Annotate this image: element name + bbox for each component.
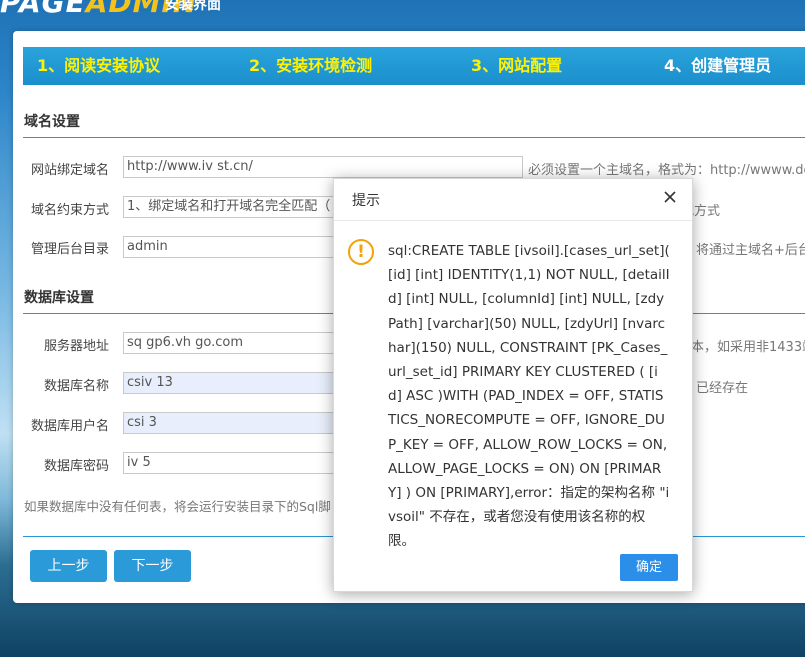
site-domain-label: 网站绑定域名: [30, 163, 109, 178]
step-4: 4、创建管理员: [664, 56, 772, 75]
step-3: 3、网站配置: [471, 56, 563, 75]
close-icon[interactable]: [662, 189, 678, 205]
db-name-hint: 已经存在: [696, 381, 749, 396]
dialog-title: 提示: [352, 193, 380, 209]
step-1: 1、阅读安装协议: [37, 56, 161, 75]
step-bar: 1、阅读安装协议 2、安装环境检测 3、网站配置 4、创建管理员: [23, 47, 805, 85]
domain-constraint-label: 域名约束方式: [30, 203, 109, 218]
site-domain-input[interactable]: http://www.iv st.cn/: [123, 156, 523, 178]
sql-script-note: 如果数据库中没有任何表，将会运行安装目录下的Sql脚: [24, 499, 331, 514]
db-name-input[interactable]: csiv 13: [123, 372, 363, 394]
ok-button[interactable]: 确定: [620, 554, 678, 581]
db-section-title: 数据库设置: [24, 290, 94, 306]
db-user-label: 数据库用户名: [30, 419, 109, 434]
divider: [23, 137, 805, 138]
alert-dialog: 提示 ! sql:CREATE TABLE [ivsoil].[cases_ur…: [333, 178, 693, 592]
page-header: PAGEADMIN 安装界面: [0, 0, 805, 30]
db-password-label: 数据库密码: [43, 459, 109, 474]
header-subtitle: 安装界面: [165, 0, 221, 13]
admin-dir-label: 管理后台目录: [30, 242, 109, 257]
logo-part1: PAGE: [0, 0, 86, 19]
admin-dir-input[interactable]: admin: [123, 236, 363, 258]
admin-dir-hint: 将通过主域名+后台: [696, 243, 805, 258]
dialog-message: sql:CREATE TABLE [ivsoil].[cases_url_set…: [388, 243, 670, 550]
db-name-label: 数据库名称: [43, 379, 109, 394]
domain-constraint-select[interactable]: 1、绑定域名和打开域名完全匹配（: [123, 196, 363, 218]
prev-step-button[interactable]: 上一步: [30, 550, 107, 582]
next-step-button[interactable]: 下一步: [114, 550, 191, 582]
dialog-header: 提示: [334, 179, 692, 221]
warning-icon: !: [348, 239, 374, 265]
site-domain-hint: 必须设置一个主域名，格式为：http://wwww.don: [528, 163, 805, 178]
db-server-label: 服务器地址: [43, 339, 109, 354]
db-password-input[interactable]: iv 5: [123, 452, 363, 474]
step-2: 2、安装环境检测: [249, 56, 373, 75]
db-server-hint: 本，如采用非1433端: [691, 340, 805, 355]
domain-section-title: 域名设置: [24, 114, 80, 130]
db-user-input[interactable]: csi 3: [123, 412, 363, 434]
db-server-input[interactable]: sq gp6.vh go.com: [123, 332, 363, 354]
